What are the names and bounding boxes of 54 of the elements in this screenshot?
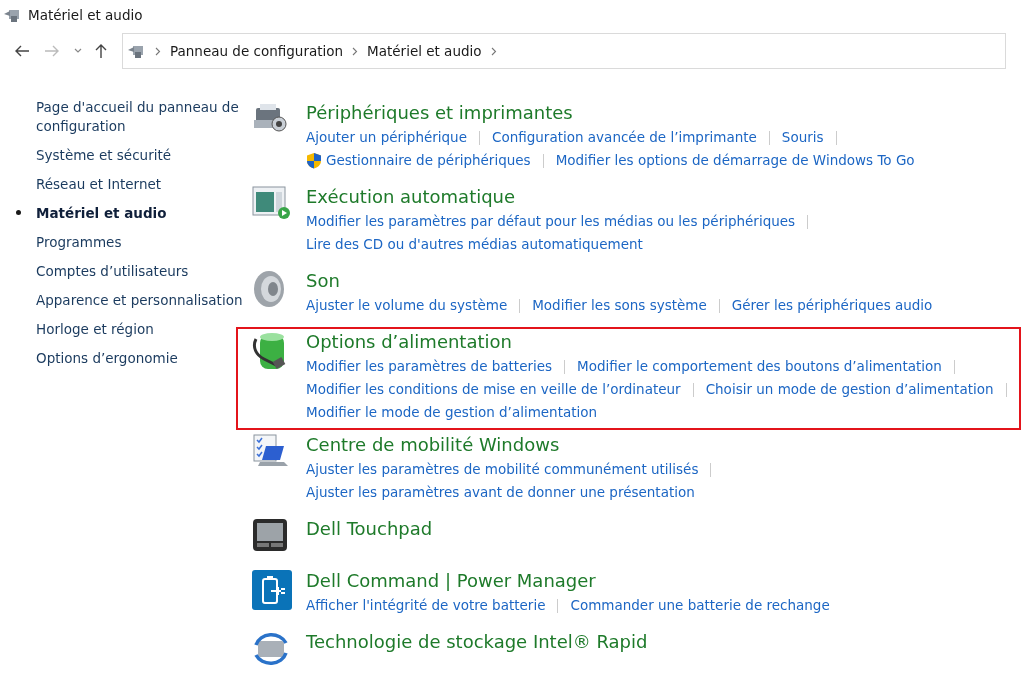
sidebar-link[interactable]: Options d’ergonomie [36,349,178,368]
chevron-icon [155,46,161,56]
breadcrumb[interactable]: Matériel et audio [367,43,482,59]
sidebar-link[interactable]: Matériel et audio [36,204,167,223]
category-link[interactable]: Dell Command | Power Manager [306,568,830,594]
sidebar-link[interactable]: Apparence et personnalisation [36,291,243,310]
task-link[interactable]: Choisir un mode de gestion d’alimentation [705,378,994,401]
task-link[interactable]: Ajuster les paramètres avant de donner une présentation [306,481,695,504]
dropdown-caret-icon[interactable] [74,48,82,54]
task-link[interactable]: Modifier les paramètres par défaut pour les médias ou les périphériques [306,210,796,233]
window-title: Matériel et audio [28,7,143,23]
task-link[interactable]: Gérer les périphériques audio [731,294,933,317]
address-bar[interactable]: Panneau de configuration Matériel et audio [122,33,1006,69]
category-link[interactable]: Exécution automatique [306,184,821,210]
task-link[interactable]: Gestionnaire de périphériques [326,149,531,172]
task-link[interactable]: Souris [781,126,824,149]
sidebar-link[interactable]: Programmes [36,233,122,252]
sidebar-link[interactable]: Comptes d’utilisateurs [36,262,189,281]
touchpad-icon [252,518,288,552]
battery-plug-tile-icon [252,570,292,610]
autoplay-window-icon [252,186,290,220]
sidebar-link[interactable]: Système et sécurité [36,146,172,165]
hardware-icon [128,43,146,59]
task-link[interactable]: Lire des CD ou d'autres médias automatiquement [306,233,643,256]
category-link[interactable]: Son [306,268,933,294]
speaker-icon [252,270,286,308]
task-link[interactable]: Modifier les sons système [532,294,707,317]
task-link[interactable]: Modifier le comportement des boutons d’alimentation [577,355,942,378]
chevron-icon [490,46,497,56]
sidebar-link[interactable]: Réseau et Internet [36,175,162,194]
category-link[interactable]: Centre de mobilité Windows [306,432,724,458]
task-link[interactable]: Afficher l'intégrité de votre batterie [306,594,546,617]
up-arrow-icon[interactable] [94,43,108,59]
task-link[interactable]: Modifier les paramètres de batteries [306,355,553,378]
breadcrumb[interactable]: Panneau de configuration [170,43,344,59]
category-link[interactable]: Options d’alimentation [306,329,1019,355]
task-link[interactable]: Commander une batterie de rechange [570,594,830,617]
task-link[interactable]: Ajouter un périphérique [306,126,467,149]
sidebar-link[interactable]: Horloge et région [36,320,154,339]
task-link[interactable]: Configuration avancée de l’imprimante [492,126,757,149]
category-link[interactable]: Dell Touchpad [306,516,433,542]
category-link[interactable]: Technologie de stockage Intel® Rapid [306,629,648,655]
printer-camera-icon [252,102,288,134]
category-link[interactable]: Périphériques et imprimantes [306,100,915,126]
task-link[interactable]: Modifier les options de démarrage de Windows To Go [555,149,915,172]
task-link[interactable]: Ajuster le volume du système [306,294,508,317]
sidebar-link[interactable]: Page d'accueil du panneau de configuration [36,98,246,136]
task-link[interactable]: Modifier les conditions de mise en veille de l’ordinateur [306,378,681,401]
hardware-icon [4,7,22,23]
back-arrow-icon[interactable] [14,44,30,58]
chevron-icon [352,46,359,56]
disk-sync-icon [252,631,290,667]
task-link[interactable]: Modifier le mode de gestion d’alimentation [306,401,598,424]
task-link[interactable]: Ajuster les paramètres de mobilité communément utilisés [306,458,699,481]
